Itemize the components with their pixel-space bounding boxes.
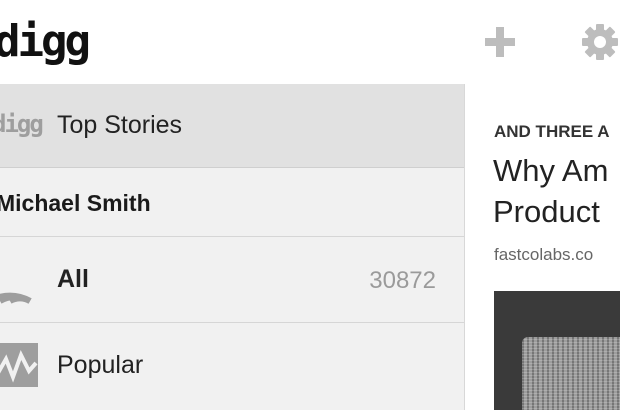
- story-headline[interactable]: Why Am Product: [493, 150, 620, 232]
- navigation-drawer: digg Top Stories Michael Smith All 30872…: [0, 84, 465, 410]
- plus-icon[interactable]: [483, 25, 517, 59]
- user-name: Michael Smith: [0, 190, 151, 216]
- headline-line: Why Am: [493, 153, 609, 188]
- drawer-user-header: Michael Smith: [0, 168, 464, 237]
- digg-mini-logo-icon: digg: [0, 110, 44, 138]
- headline-line: Product: [493, 194, 600, 229]
- story-kicker: AND THREE A: [494, 122, 610, 141]
- story-card[interactable]: AND THREE A Why Am Product fastcolabs.co: [466, 84, 620, 410]
- drawer-item-top-stories[interactable]: digg Top Stories: [0, 84, 464, 168]
- pulse-chart-icon: [0, 343, 38, 387]
- item-count: 30872: [369, 267, 436, 294]
- drawer-item-popular[interactable]: Popular: [0, 323, 464, 410]
- story-thumbnail[interactable]: [494, 291, 620, 410]
- app-header: digg: [0, 0, 620, 84]
- drawer-item-all[interactable]: All 30872: [0, 237, 464, 323]
- rss-feed-icon: [0, 292, 32, 304]
- story-source: fastcolabs.co: [494, 245, 594, 264]
- digg-logo[interactable]: digg: [0, 18, 91, 66]
- drawer-item-label: All: [57, 265, 89, 293]
- drawer-item-label: Popular: [57, 351, 144, 379]
- gear-icon[interactable]: [580, 22, 620, 62]
- drawer-item-label: Top Stories: [57, 111, 183, 139]
- tv-static-image: [522, 337, 620, 410]
